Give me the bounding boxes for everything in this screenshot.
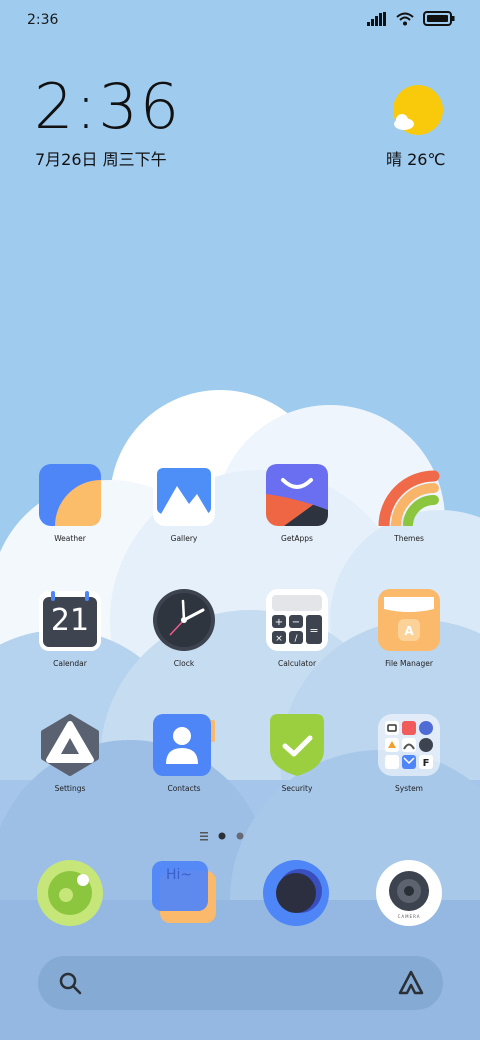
app-label: Clock bbox=[173, 659, 195, 668]
app-weather[interactable]: Weather bbox=[20, 464, 120, 554]
search-icon[interactable] bbox=[58, 971, 82, 995]
weather-app-icon bbox=[39, 464, 101, 526]
app-label: GetApps bbox=[281, 534, 313, 543]
system-folder-icon: F bbox=[378, 714, 440, 776]
app-label: Contacts bbox=[167, 784, 201, 793]
gallery-app-icon bbox=[153, 464, 215, 526]
status-bar: 2:36 bbox=[0, 0, 480, 42]
app-system-folder[interactable]: F System bbox=[359, 714, 459, 804]
browser-app-icon[interactable] bbox=[262, 859, 330, 927]
app-getapps[interactable]: GetApps bbox=[247, 464, 347, 554]
search-bar[interactable] bbox=[38, 956, 443, 1010]
app-gallery[interactable]: Gallery bbox=[134, 464, 234, 554]
app-label: Calculator bbox=[277, 659, 317, 668]
clock-widget-time[interactable]: 2:36 bbox=[34, 76, 181, 138]
app-drawer-lines-icon bbox=[200, 832, 208, 841]
calculator-app-icon: + − × / = bbox=[266, 589, 328, 651]
app-file-manager[interactable]: A File Manager bbox=[359, 589, 459, 679]
svg-text:A: A bbox=[404, 624, 414, 638]
svg-text:=: = bbox=[309, 624, 318, 637]
clock-app-icon bbox=[153, 589, 215, 651]
sun-cloud-icon[interactable] bbox=[390, 82, 446, 138]
contacts-app-icon bbox=[153, 714, 215, 776]
app-contacts[interactable]: Contacts bbox=[134, 714, 234, 804]
svg-text:−: − bbox=[292, 617, 300, 628]
app-settings[interactable]: Settings bbox=[20, 714, 120, 804]
app-label: Calendar bbox=[53, 659, 87, 668]
assistant-icon[interactable] bbox=[397, 969, 425, 997]
svg-text:Hi~: Hi~ bbox=[166, 867, 192, 883]
themes-app-icon bbox=[378, 470, 440, 526]
signal-icon bbox=[367, 11, 386, 26]
settings-app-icon bbox=[41, 714, 99, 776]
clock-widget-date: 7月26日 周三下午 bbox=[35, 150, 167, 169]
camera-app[interactable]: CAMERA bbox=[375, 859, 443, 927]
calendar-day: 21 bbox=[50, 603, 90, 638]
svg-text:F: F bbox=[423, 758, 430, 769]
app-label: Weather bbox=[54, 534, 86, 543]
app-security[interactable]: Security bbox=[247, 714, 347, 804]
app-clock[interactable]: Clock bbox=[134, 589, 234, 679]
svg-text:×: × bbox=[275, 634, 283, 644]
app-label: File Manager bbox=[385, 659, 433, 668]
app-calculator[interactable]: + − × / = Calculator bbox=[247, 589, 347, 679]
page-indicator[interactable] bbox=[200, 830, 280, 842]
page-dot-active bbox=[218, 832, 226, 840]
phone-app-icon[interactable] bbox=[36, 859, 104, 927]
page-dot bbox=[236, 832, 244, 840]
getapps-app-icon bbox=[266, 464, 328, 526]
battery-icon bbox=[423, 11, 455, 26]
weather-text: 晴 26℃ bbox=[386, 150, 446, 169]
camera-label: CAMERA bbox=[397, 914, 421, 919]
app-label: Settings bbox=[54, 784, 86, 793]
app-label: System bbox=[395, 784, 423, 793]
svg-text:+: + bbox=[275, 617, 283, 628]
file-manager-app-icon: A bbox=[378, 589, 440, 651]
app-label: Gallery bbox=[170, 534, 198, 543]
app-calendar[interactable]: 21 Calendar bbox=[20, 589, 120, 679]
app-themes[interactable]: Themes bbox=[359, 464, 459, 554]
messages-app-icon[interactable]: Hi~ bbox=[150, 859, 218, 927]
wifi-icon bbox=[396, 12, 414, 25]
app-label: Security bbox=[281, 784, 313, 793]
status-time: 2:36 bbox=[27, 12, 59, 28]
security-app-icon bbox=[270, 714, 324, 776]
app-label: Themes bbox=[394, 534, 424, 543]
